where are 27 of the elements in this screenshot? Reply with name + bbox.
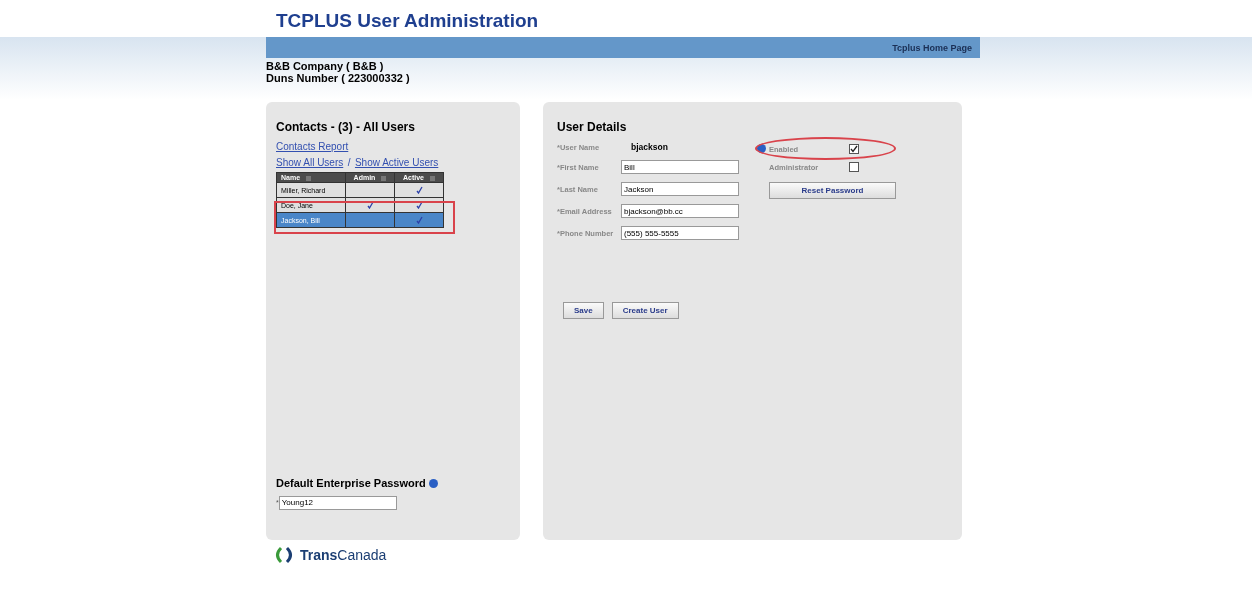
input-field[interactable]: Jackson <box>621 182 739 196</box>
page-title: TCPLUS User Administration <box>275 9 540 33</box>
form-button[interactable]: Save <box>563 302 604 319</box>
info-icon[interactable] <box>757 144 766 153</box>
company-logo-text: TransCanada <box>300 547 387 563</box>
contacts-title: Contacts - (3) - All Users <box>276 120 416 134</box>
input-field[interactable]: bjackson@bb.cc <box>621 204 739 218</box>
reset-password-button[interactable]: Reset Password <box>769 182 896 199</box>
input-field[interactable]: Bill <box>621 160 739 174</box>
info-icon[interactable] <box>428 478 438 488</box>
details-title: User Details <box>557 120 628 134</box>
contacts-report-link[interactable]: Contacts Report <box>276 142 510 152</box>
logo-icon <box>273 546 295 564</box>
form-button[interactable]: Create User <box>611 302 679 319</box>
duns-number: Duns Number ( 223000332 ) <box>266 72 411 84</box>
input-field[interactable]: (555) 555-5555 <box>621 226 739 240</box>
default-password-label: Default Enterprise Password <box>276 477 426 489</box>
link-separator: / <box>347 157 351 168</box>
checkbox[interactable] <box>849 162 859 172</box>
password-field[interactable]: Young12 <box>278 495 397 510</box>
user-name-value: bjackson <box>630 142 669 152</box>
company-name: B&B Company ( B&B ) <box>266 60 385 72</box>
show-active-users-link[interactable]: Show Active Users <box>354 157 439 168</box>
show-all-users-link[interactable]: Show All Users <box>276 157 344 168</box>
check-icon <box>366 200 374 209</box>
home-page-link[interactable]: Tcplus Home Page <box>892 42 980 53</box>
checkbox[interactable] <box>849 144 859 154</box>
